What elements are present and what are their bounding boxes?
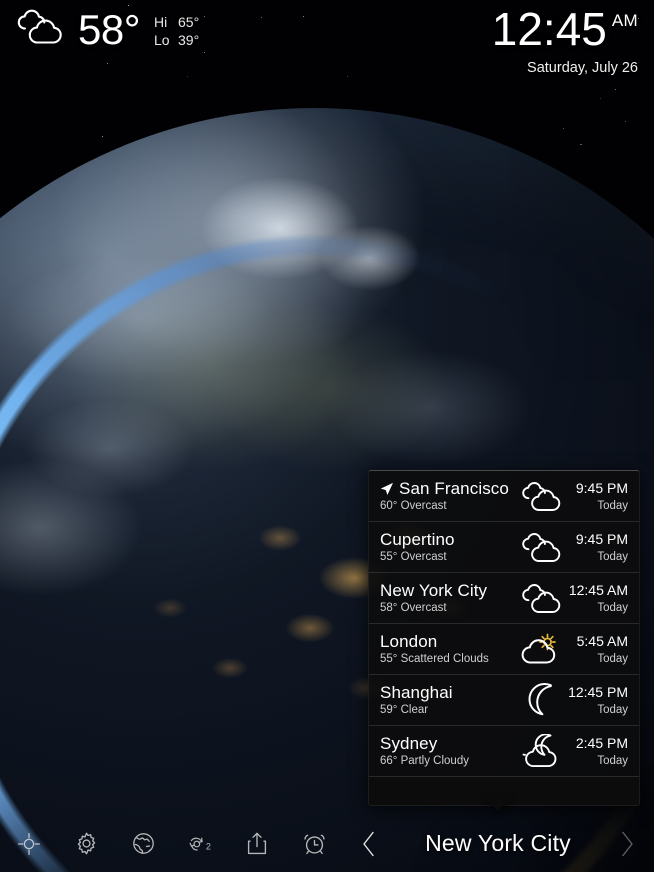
current-city-label[interactable]: New York City: [380, 830, 616, 857]
city-local-time: 9:45 PM: [575, 531, 628, 548]
crescent-moon-icon: [516, 683, 564, 717]
city-name-line: Shanghai: [380, 682, 516, 703]
chevron-left-icon[interactable]: [358, 827, 380, 861]
current-location-arrow-icon: [380, 482, 394, 496]
alarm-clock-icon[interactable]: [299, 829, 329, 859]
city-name-line: San Francisco: [380, 478, 516, 499]
city-time-block: 12:45 PM Today: [564, 684, 628, 715]
city-name: London: [380, 631, 438, 651]
city-list-item[interactable]: Shanghai 59° Clear 12:45 PM Today: [369, 675, 639, 726]
city-condition: 55° Scattered Clouds: [380, 653, 489, 666]
city-list-item[interactable]: San Francisco 60° Overcast 9:45 PM Today: [369, 471, 639, 522]
city-day-label: Today: [597, 601, 628, 614]
city-text-block: Cupertino 55° Overcast: [380, 529, 516, 564]
clock-hud: 12:45 AM Saturday, July 26: [492, 6, 638, 76]
hi-value: 65°: [178, 13, 200, 30]
city-name: Sydney: [380, 733, 438, 753]
city-list-item[interactable]: London 55° Scattered Clouds 5:45 AM Toda…: [369, 624, 639, 675]
city-name-line: New York City: [380, 580, 516, 601]
hi-label: Hi: [154, 13, 168, 30]
city-time-block: 9:45 PM Today: [564, 531, 628, 562]
clock-ampm: AM: [611, 11, 638, 30]
overcast-clouds-icon: [12, 8, 64, 51]
city-day-label: Today: [597, 652, 628, 665]
city-list-item[interactable]: New York City 58° Overcast 12:45 AM Toda…: [369, 573, 639, 624]
overcast-clouds-icon: [516, 479, 564, 513]
city-text-block: London 55° Scattered Clouds: [380, 631, 516, 666]
city-navigator: New York City: [350, 815, 646, 872]
city-time-block: 9:45 PM Today: [564, 480, 628, 511]
city-name: Shanghai: [380, 682, 453, 702]
city-local-time: 9:45 PM: [575, 480, 628, 497]
share-icon[interactable]: [242, 829, 272, 859]
lo-label: Lo: [154, 31, 170, 48]
bottom-toolbar: 2 New York City: [0, 815, 654, 872]
city-name-line: Sydney: [380, 733, 516, 754]
moon-behind-cloud-icon: [516, 734, 564, 768]
globe-icon[interactable]: [128, 829, 158, 859]
city-time-block: 2:45 PM Today: [564, 735, 628, 766]
current-temperature: 58°: [78, 5, 141, 53]
city-name: New York City: [380, 580, 488, 600]
city-list-panel[interactable]: San Francisco 60° Overcast 9:45 PM Today…: [368, 470, 640, 806]
city-day-label: Today: [597, 499, 628, 512]
city-list-item[interactable]: Cupertino 55° Overcast 9:45 PM Today: [369, 522, 639, 573]
city-text-block: New York City 58° Overcast: [380, 580, 516, 615]
toolbar-icon-group: 2: [0, 829, 329, 859]
city-condition: 59° Clear: [380, 704, 429, 717]
city-name: Cupertino: [380, 529, 455, 549]
overcast-clouds-icon: [516, 581, 564, 615]
city-day-label: Today: [597, 754, 628, 767]
city-condition: 58° Overcast: [380, 602, 447, 615]
rotation-speed-icon[interactable]: 2: [185, 829, 215, 859]
city-list-item[interactable]: Sydney 66° Partly Cloudy 2:45 PM Today: [369, 726, 639, 777]
clock-time-row: 12:45 AM: [492, 6, 638, 53]
city-day-label: Today: [597, 703, 628, 716]
city-local-time: 12:45 AM: [568, 582, 628, 599]
rotation-speed-badge: 2: [206, 841, 211, 851]
city-time-block: 12:45 AM Today: [564, 582, 628, 613]
city-text-block: Shanghai 59° Clear: [380, 682, 516, 717]
city-text-block: San Francisco 60° Overcast: [380, 478, 516, 513]
city-name-line: Cupertino: [380, 529, 516, 550]
gear-icon[interactable]: [71, 829, 101, 859]
locate-crosshair-icon[interactable]: [14, 829, 44, 859]
chevron-right-icon[interactable]: [616, 827, 638, 861]
clock-time: 12:45: [491, 3, 607, 55]
clock-date: Saturday, July 26: [527, 59, 638, 76]
city-name: San Francisco: [399, 478, 509, 498]
city-local-time: 12:45 PM: [568, 684, 628, 701]
city-panel-pointer: [483, 797, 513, 811]
hi-lo-block: Hi 65° Lo 39°: [154, 12, 199, 48]
city-condition: 60° Overcast: [380, 500, 447, 513]
city-local-time: 2:45 PM: [575, 735, 628, 752]
sun-behind-cloud-icon: [516, 632, 564, 666]
city-text-block: Sydney 66° Partly Cloudy: [380, 733, 516, 768]
overcast-clouds-icon: [516, 530, 564, 564]
city-day-label: Today: [597, 550, 628, 563]
city-condition: 66° Partly Cloudy: [380, 755, 469, 768]
city-time-block: 5:45 AM Today: [564, 633, 628, 664]
current-weather-hud: 58° Hi 65° Lo 39°: [12, 8, 199, 51]
city-condition: 55° Overcast: [380, 551, 447, 564]
lo-value: 39°: [178, 31, 200, 48]
city-name-line: London: [380, 631, 516, 652]
city-local-time: 5:45 AM: [576, 633, 628, 650]
